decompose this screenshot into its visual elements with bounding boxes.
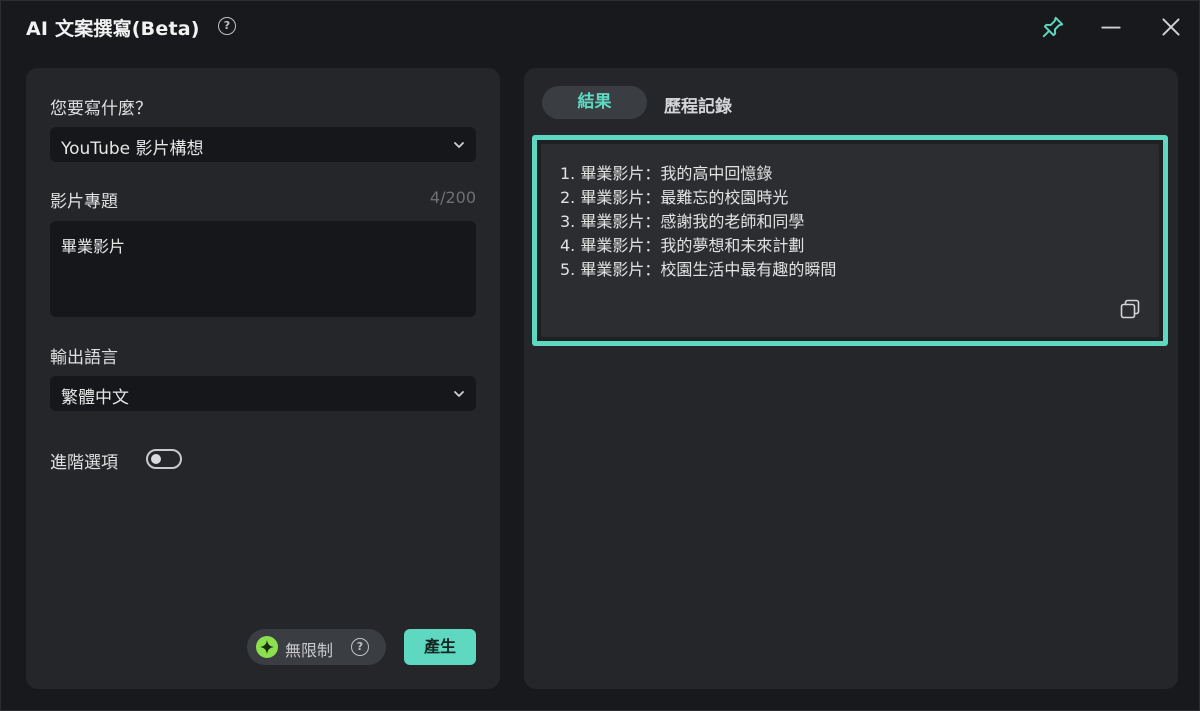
list-item: 4. 畢業影片：我的夢想和未來計劃 [560,236,805,255]
generate-button[interactable]: 產生 [404,629,476,665]
spark-icon [256,636,278,658]
unlimited-label: 無限制 [285,641,334,660]
language-value: 繁體中文 [61,388,129,408]
list-item: 2. 畢業影片：最難忘的校園時光 [560,188,789,207]
tab-result[interactable]: 結果 [542,86,647,119]
output-panel: 結果 歷程記錄 1. 畢業影片：我的高中回憶錄 2. 畢業影片：最難忘的校園時光… [524,68,1178,689]
close-icon [1162,18,1180,36]
copy-icon[interactable] [1119,298,1141,320]
pin-icon [1042,16,1064,38]
minimize-icon [1101,26,1121,29]
unlimited-badge: 無限制 ? [247,629,386,665]
help-icon[interactable]: ? [218,17,236,35]
topic-label: 影片專題 [50,192,118,212]
help-icon[interactable]: ? [351,638,369,656]
advanced-options-label: 進階選項 [50,453,118,473]
language-label: 輸出語言 [50,348,118,368]
what-label: 您要寫什麼？ [50,99,152,119]
toggle-knob [151,454,161,464]
ai-copywriting-window: AI 文案撰寫(Beta) ? 您要寫什麼？ YouTube 影片構想 影片專題… [0,0,1200,711]
pin-button[interactable] [1040,14,1066,40]
content-type-select[interactable]: YouTube 影片構想 [50,127,476,162]
tab-history[interactable]: 歷程記錄 [664,92,732,117]
minimize-button[interactable] [1098,14,1124,40]
topic-char-counter: 4/200 [429,188,476,207]
content-type-value: YouTube 影片構想 [61,139,204,159]
title-bar: AI 文案撰寫(Beta) ? [1,1,1200,53]
list-item: 1. 畢業影片：我的高中回憶錄 [560,164,773,183]
chevron-down-icon [454,142,464,148]
window-title: AI 文案撰寫(Beta) [26,18,200,40]
list-item: 5. 畢業影片：校園生活中最有趣的瞬間 [560,260,837,279]
result-card-body: 1. 畢業影片：我的高中回憶錄 2. 畢業影片：最難忘的校園時光 3. 畢業影片… [541,144,1159,337]
result-card: 1. 畢業影片：我的高中回憶錄 2. 畢業影片：最難忘的校園時光 3. 畢業影片… [532,135,1168,346]
input-panel: 您要寫什麼？ YouTube 影片構想 影片專題 4/200 畢業影片 輸出語言… [26,68,500,689]
chevron-down-icon [454,391,464,397]
language-select[interactable]: 繁體中文 [50,376,476,411]
advanced-options-toggle[interactable] [146,449,182,469]
topic-input[interactable]: 畢業影片 [50,221,476,317]
list-item: 3. 畢業影片：感謝我的老師和同學 [560,212,805,231]
result-list: 1. 畢業影片：我的高中回憶錄 2. 畢業影片：最難忘的校園時光 3. 畢業影片… [560,162,836,282]
close-button[interactable] [1158,14,1184,40]
